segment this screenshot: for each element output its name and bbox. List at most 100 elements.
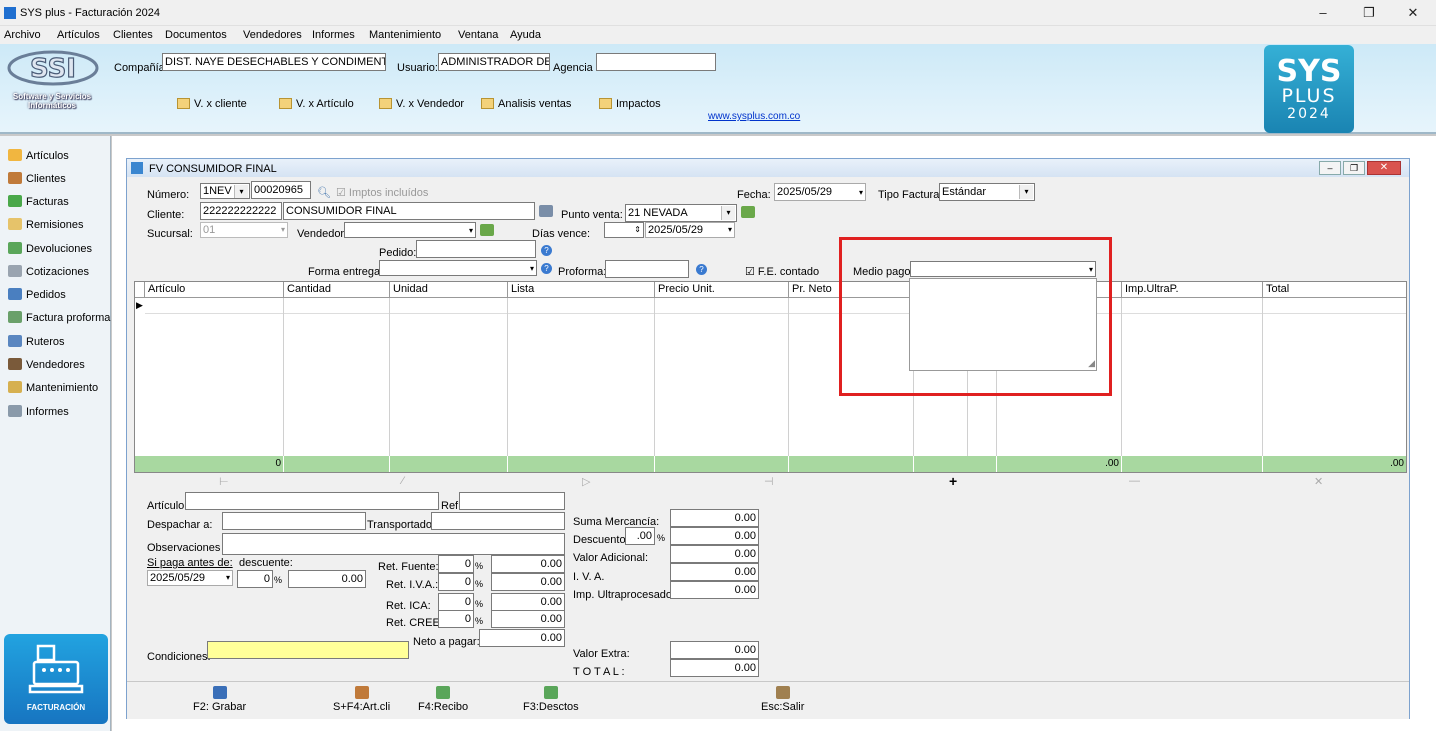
help-icon[interactable]: ? [541, 263, 552, 274]
valor-adicional-field[interactable]: 0.00 [670, 545, 759, 563]
ultra-field[interactable]: 0.00 [670, 581, 759, 599]
col-lista[interactable]: Lista [508, 282, 655, 298]
ret-ica-pct[interactable]: 0 [438, 593, 474, 611]
fecha-field[interactable]: 2025/05/29 ▾ [774, 183, 866, 201]
first-record-icon[interactable]: ⊢ [219, 475, 229, 488]
close-icon[interactable]: ✕ [1402, 4, 1424, 22]
vence-date-field[interactable]: 2025/05/29 ▾ [645, 222, 735, 238]
transportador-field[interactable] [431, 512, 565, 530]
sipaga-date-field[interactable]: 2025/05/29 ▾ [147, 570, 233, 586]
delete-record-icon[interactable]: — [1129, 475, 1140, 487]
sidebar-item-articulos[interactable]: Artículos [8, 149, 69, 162]
pedido-field[interactable] [416, 240, 536, 258]
help-icon[interactable]: ? [696, 264, 707, 275]
sidebar-item-clientes[interactable]: Clientes [8, 172, 66, 185]
art-cli-button[interactable]: S+F4:Art.cli [333, 686, 390, 713]
sidebar-item-remisiones[interactable]: Remisiones [8, 218, 83, 231]
cliente-name-field[interactable]: CONSUMIDOR FINAL [283, 202, 535, 220]
menu-documentos[interactable]: Documentos [165, 29, 227, 41]
sidebar-item-facturas[interactable]: Facturas [8, 195, 69, 208]
desc-value-field[interactable]: 0.00 [288, 570, 366, 588]
vendedor-select[interactable]: ▾ [344, 222, 476, 238]
descuento-pct-field[interactable]: .00 [625, 527, 655, 545]
sidebar-item-ruteros[interactable]: Ruteros [8, 335, 65, 348]
website-link[interactable]: www.sysplus.com.co [708, 111, 800, 122]
col-precio-unit[interactable]: Precio Unit. [655, 282, 789, 298]
total-field[interactable]: 0.00 [670, 659, 759, 677]
add-record-icon[interactable]: + [949, 473, 957, 489]
neto-field[interactable]: 0.00 [479, 629, 565, 647]
cliente-id-field[interactable]: 222222222222 [200, 202, 282, 220]
menu-informes[interactable]: Informes [312, 29, 355, 41]
restore-icon[interactable]: ❐ [1343, 161, 1365, 175]
agency-field[interactable] [596, 53, 716, 71]
sidebar-item-mantenimiento[interactable]: Mantenimiento [8, 381, 98, 394]
prev-record-icon[interactable]: ⁄ [402, 475, 404, 487]
col-total[interactable]: Total [1263, 282, 1406, 298]
imptos-checkbox[interactable]: ☑ Imptos incluídos [336, 186, 428, 199]
company-field[interactable]: DIST. NAYE DESECHABLES Y CONDIMENTOS [162, 53, 386, 71]
next-record-icon[interactable]: ▷ [582, 475, 590, 488]
observaciones-field[interactable] [222, 533, 565, 555]
condiciones-field[interactable] [207, 641, 409, 659]
lookup-icon[interactable] [539, 205, 553, 217]
go-icon[interactable] [480, 224, 494, 236]
recibo-button[interactable]: F4:Recibo [418, 686, 468, 713]
ret-cree-value[interactable]: 0.00 [491, 610, 565, 628]
forma-entrega-select[interactable]: ▾ [379, 260, 537, 276]
despachar-field[interactable] [222, 512, 366, 530]
v-cliente-button[interactable]: V. x cliente [177, 98, 247, 110]
menu-mantenimiento[interactable]: Mantenimiento [369, 29, 441, 41]
ret-cree-pct[interactable]: 0 [438, 610, 474, 628]
items-grid[interactable]: Artículo Cantidad Unidad Lista Precio Un… [134, 281, 1407, 473]
menu-ayuda[interactable]: Ayuda [510, 29, 541, 41]
sidebar-item-pedidos[interactable]: Pedidos [8, 288, 66, 301]
col-unidad[interactable]: Unidad [390, 282, 508, 298]
number-field[interactable]: 00020965 [251, 181, 311, 199]
go-icon[interactable] [741, 206, 755, 218]
prefix-select[interactable]: 1NEV ▾ [200, 183, 250, 199]
help-icon[interactable]: ? [541, 245, 552, 256]
menu-clientes[interactable]: Clientes [113, 29, 153, 41]
facturacion-badge[interactable]: FACTURACIÓN [4, 634, 108, 724]
impactos-button[interactable]: Impactos [599, 98, 661, 110]
col-imp-ultrap[interactable]: Imp.UltraP. [1122, 282, 1263, 298]
desc-pct-field[interactable]: 0 [237, 570, 273, 588]
suma-field[interactable]: 0.00 [670, 509, 759, 527]
ret-iva-value[interactable]: 0.00 [491, 573, 565, 591]
articulo-field[interactable] [185, 492, 439, 510]
menu-articulos[interactable]: Artículos [57, 29, 100, 41]
menu-ventana[interactable]: Ventana [458, 29, 498, 41]
sidebar-item-informes[interactable]: Informes [8, 405, 69, 418]
minimize-icon[interactable]: – [1312, 4, 1334, 22]
dias-vence-field[interactable]: ⇕ [604, 222, 644, 238]
user-field[interactable]: ADMINISTRADOR DEL [438, 53, 550, 71]
col-articulo[interactable]: Artículo [145, 282, 284, 298]
grabar-button[interactable]: F2: Grabar [193, 686, 246, 713]
valor-extra-field[interactable]: 0.00 [670, 641, 759, 659]
tipo-select[interactable]: Estándar ▾ [939, 183, 1035, 201]
sucursal-field[interactable]: 01 ▾ [200, 222, 288, 238]
ret-fuente-value[interactable]: 0.00 [491, 555, 565, 573]
minimize-icon[interactable]: – [1319, 161, 1341, 175]
restore-icon[interactable]: ❐ [1358, 4, 1380, 22]
ref-field[interactable] [459, 492, 565, 510]
sidebar-item-vendedores[interactable]: Vendedores [8, 358, 85, 371]
v-articulo-button[interactable]: V. x Artículo [279, 98, 354, 110]
salir-button[interactable]: Esc:Salir [761, 686, 804, 713]
fe-contado-checkbox[interactable]: ☑ F.E. contado [745, 265, 819, 278]
proforma-field[interactable] [605, 260, 689, 278]
descuentos-button[interactable]: F3:Desctos [523, 686, 579, 713]
last-record-icon[interactable]: ⊣ [764, 475, 774, 488]
col-cantidad[interactable]: Cantidad [284, 282, 390, 298]
sidebar-item-devoluciones[interactable]: Devoluciones [8, 242, 92, 255]
ret-ica-value[interactable]: 0.00 [491, 593, 565, 611]
cancel-record-icon[interactable]: ✕ [1314, 475, 1323, 488]
iva-field[interactable]: 0.00 [670, 563, 759, 581]
sidebar-item-factura-proforma[interactable]: Factura proforma [8, 311, 110, 324]
close-icon[interactable]: ✕ [1367, 161, 1401, 175]
ret-fuente-pct[interactable]: 0 [438, 555, 474, 573]
v-vendedor-button[interactable]: V. x Vendedor [379, 98, 464, 110]
ret-iva-pct[interactable]: 0 [438, 573, 474, 591]
analisis-ventas-button[interactable]: Analisis ventas [481, 98, 571, 110]
